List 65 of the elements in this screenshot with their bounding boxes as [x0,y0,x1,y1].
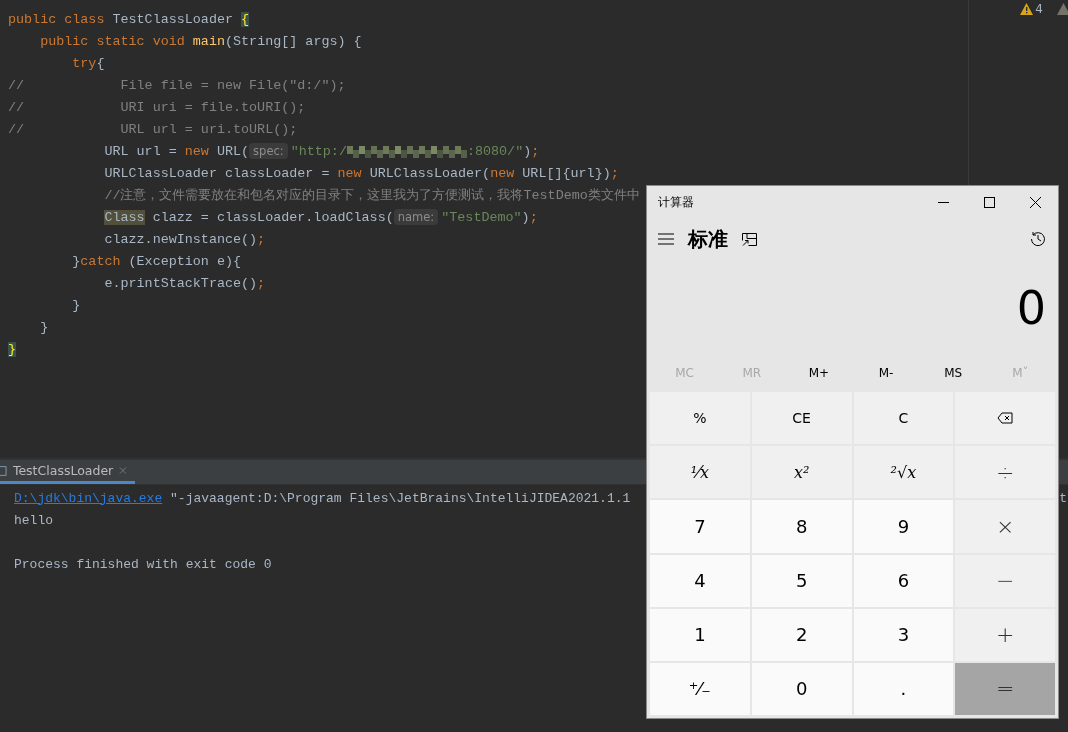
parameter-hint: name: [393,208,439,225]
digit-key[interactable]: . [853,662,954,715]
memory-button[interactable]: MS [919,356,987,390]
digit-key[interactable]: 2 [751,608,852,661]
window-title: 计算器 [658,193,695,211]
digit-key[interactable]: 1 [650,608,750,661]
operator-key[interactable]: + [955,608,1055,661]
code-line: public class TestClassLoader { [8,11,250,27]
digit-key[interactable]: 7 [650,500,750,553]
digit-key[interactable]: 5 [751,554,852,607]
window-arrow-icon [742,232,757,246]
keep-on-top-button[interactable] [742,232,757,246]
code-line: public static void main(String[] args) { [39,33,362,49]
parameter-hint: spec: [249,142,288,159]
warning-count[interactable]: 4 [1035,2,1043,16]
equals-key[interactable]: = [955,662,1055,715]
operator-key[interactable]: ÷ [955,446,1055,499]
function-key[interactable]: ²√x [853,446,954,499]
code-line: try{ [71,55,105,71]
backspace-icon [997,412,1014,425]
code-line: } [71,297,81,313]
digit-key[interactable]: 0 [751,662,852,715]
memory-button[interactable]: M+ [785,356,853,390]
mode-title: 标准 [688,225,728,253]
history-icon [1030,231,1046,247]
function-key[interactable]: C [853,392,954,445]
code-line: URL url = new URL( spec: "http:/ :8080/"); [103,143,540,159]
code-line: // File file = new File("d:/"); [8,77,346,93]
menu-button[interactable] [658,233,674,245]
console-icon [0,464,7,477]
run-tab[interactable]: TestClassLoader [0,460,135,484]
digit-key[interactable]: 4 [650,554,750,607]
code-line: //注意，文件需要放在和包名对应的目录下，这里我为了方便测试，我将TestDemo类文件中 [103,187,640,204]
code-line: // URI uri = file.toURI(); [8,99,306,115]
tab-label: TestClassLoader [12,463,114,478]
close-icon [1029,196,1041,208]
digit-key[interactable]: 9 [853,500,954,553]
minimize-icon [937,201,949,203]
operator-key[interactable]: − [955,554,1055,607]
console-text: hello [14,512,53,528]
code-line: e.printStackTrace(); [103,275,266,291]
digit-key[interactable]: 6 [853,554,954,607]
code-line: URLClassLoader classLoader = new URLClassLoader(new URL[]{url}); [103,165,619,181]
function-key[interactable]: ¹⁄x [650,446,750,499]
function-key[interactable]: CE [751,392,852,445]
console-text: Process finished with exit code 0 [14,556,272,572]
operator-key[interactable]: × [955,500,1055,553]
memory-button[interactable]: M- [852,356,920,390]
history-button[interactable] [1030,231,1046,247]
function-key[interactable]: x² [751,446,852,499]
display-value: 0 [1016,281,1046,335]
function-key[interactable]: % [650,392,750,445]
digit-key[interactable]: 3 [853,608,954,661]
weak-warning-icon [1057,3,1068,15]
maximize-icon [983,196,995,208]
code-line: } [39,319,49,335]
code-line: clazz.newInstance(); [103,231,266,247]
console-text: "-javaagent:D:\Program Files\JetBrains\IntelliJIDEA2021.1.1 [169,490,631,506]
menu-icon [658,233,674,245]
code-line: }catch (Exception e){ [71,253,242,269]
digit-key[interactable]: 8 [751,500,852,553]
code-line: Class clazz = classLoader.loadClass( name: "TestDemo"); [103,209,538,225]
digit-key[interactable]: ⁺⁄₋ [650,662,750,715]
code-line: // URL url = uri.toURL(); [8,121,298,137]
console-text: t [1059,490,1067,506]
